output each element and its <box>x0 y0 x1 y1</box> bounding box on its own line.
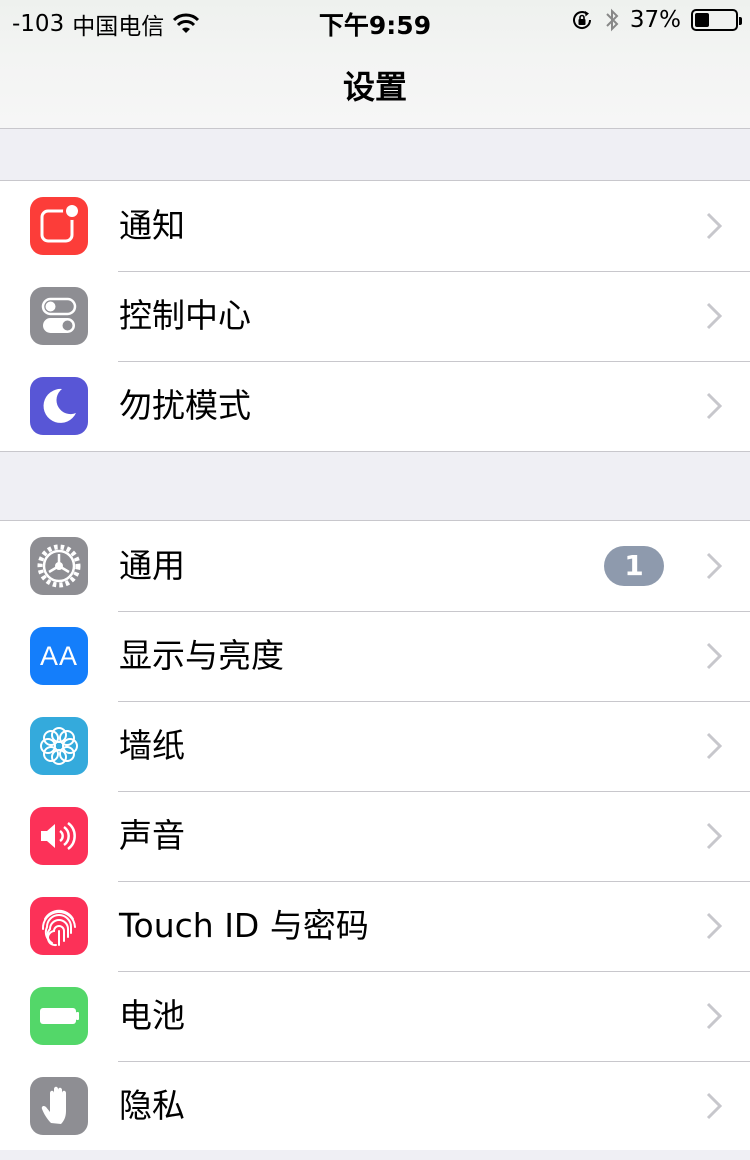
status-right: 37% <box>570 7 742 33</box>
chevron-right-icon <box>706 732 722 760</box>
settings-item-label: 显示与亮度 <box>119 636 284 675</box>
fingerprint-icon <box>30 897 88 955</box>
settings-item-label: 通用 <box>119 546 185 585</box>
battery-fill <box>695 13 709 27</box>
chevron-right-icon <box>706 822 722 850</box>
gear-icon <box>30 537 88 595</box>
hand-icon <box>30 1077 88 1135</box>
do-not-disturb-icon <box>30 377 88 435</box>
notifications-icon <box>30 197 88 255</box>
settings-item-label: 电池 <box>119 996 185 1035</box>
update-badge: 1 <box>604 546 664 586</box>
display-brightness-icon-text: AA <box>39 640 79 671</box>
bluetooth-icon <box>606 8 619 32</box>
chevron-right-icon <box>706 912 722 940</box>
settings-item-label: 墙纸 <box>119 726 185 765</box>
settings-item-control-center[interactable]: 控制中心 <box>0 271 750 361</box>
settings-item-sounds[interactable]: 声音 <box>0 791 750 881</box>
settings-item-label: Touch ID 与密码 <box>119 906 369 945</box>
display-brightness-icon: AA <box>30 627 88 685</box>
navigation-bar: -103 中国电信 下午9:59 37% 设置 <box>0 0 750 129</box>
status-bar: -103 中国电信 下午9:59 37% <box>0 0 750 40</box>
chevron-right-icon <box>706 212 722 240</box>
settings-item-general[interactable]: 通用 1 <box>0 521 750 611</box>
settings-item-label: 勿扰模式 <box>119 386 251 425</box>
settings-screen: -103 中国电信 下午9:59 37% 设置 通知 控制中心 勿扰模式 通用 … <box>0 0 750 1160</box>
chevron-right-icon <box>706 1092 722 1120</box>
speaker-icon <box>30 807 88 865</box>
chevron-right-icon <box>706 1002 722 1030</box>
settings-item-label: 控制中心 <box>119 296 251 335</box>
settings-item-label: 声音 <box>119 816 185 855</box>
rotation-lock-icon <box>572 11 591 29</box>
settings-item-wallpaper[interactable]: 墙纸 <box>0 701 750 791</box>
settings-item-privacy[interactable]: 隐私 <box>0 1061 750 1151</box>
chevron-right-icon <box>706 302 722 330</box>
settings-item-display-brightness[interactable]: AA 显示与亮度 <box>0 611 750 701</box>
settings-item-battery[interactable]: 电池 <box>0 971 750 1061</box>
battery-icon <box>30 987 88 1045</box>
chevron-right-icon <box>706 642 722 670</box>
settings-item-label: 通知 <box>119 206 185 245</box>
settings-item-touch-id-passcode[interactable]: Touch ID 与密码 <box>0 881 750 971</box>
settings-group-2: 通用 1 AA 显示与亮度 墙纸 声音 Touch ID 与密码 电池 隐私 <box>0 520 750 1152</box>
chevron-right-icon <box>706 392 722 420</box>
wallpaper-icon <box>30 717 88 775</box>
page-title: 设置 <box>342 68 407 106</box>
chevron-right-icon <box>706 552 722 580</box>
section-spacer <box>0 1150 750 1160</box>
settings-item-notifications[interactable]: 通知 <box>0 181 750 271</box>
control-center-icon <box>30 287 88 345</box>
settings-item-do-not-disturb[interactable]: 勿扰模式 <box>0 361 750 451</box>
settings-item-label: 隐私 <box>119 1086 185 1125</box>
battery-percent: 37% <box>629 7 681 33</box>
settings-group-1: 通知 控制中心 勿扰模式 <box>0 180 750 452</box>
battery-indicator-icon <box>691 9 742 31</box>
